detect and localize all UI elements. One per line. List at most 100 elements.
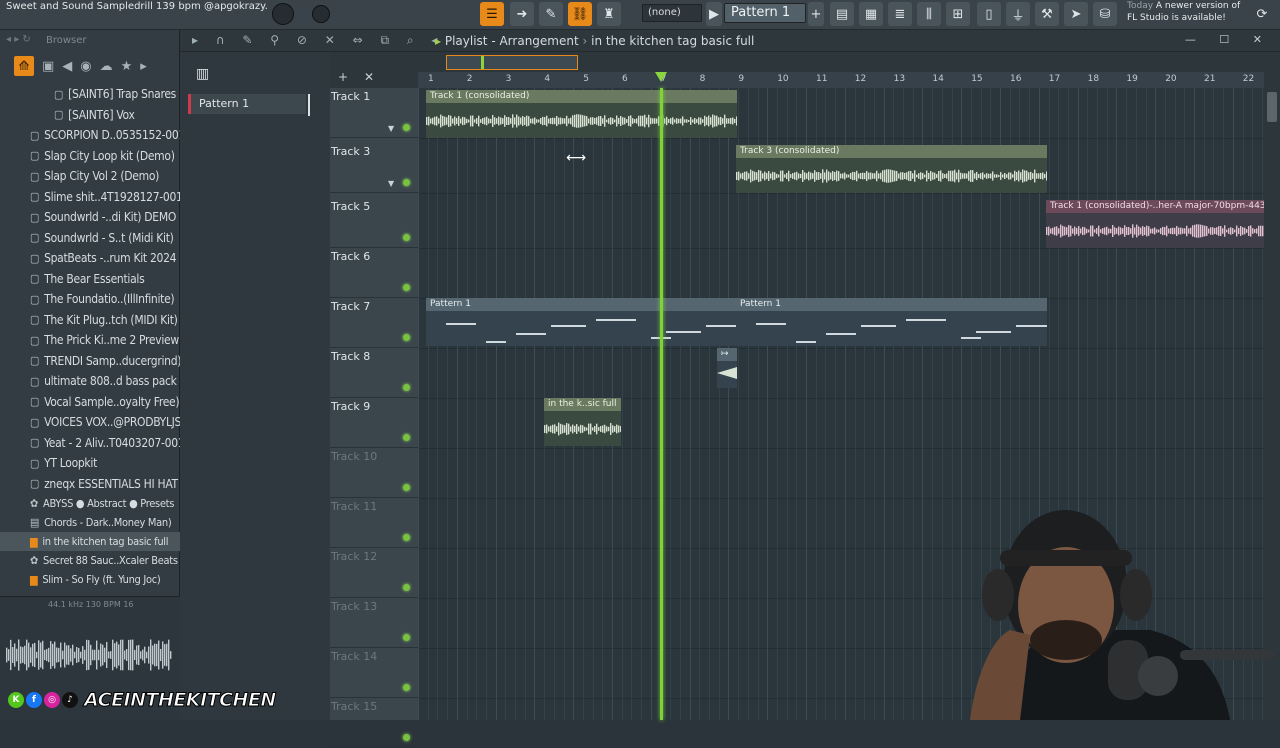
timeline-ruler[interactable]: 1 2 3 4 5 6 7 8 9 10 11 12 13 14 15 16 17 18 19 20 21 22 [418, 72, 1264, 88]
file-icon[interactable]: ▯ [977, 2, 1001, 26]
track-header[interactable]: Track 11 [330, 498, 418, 548]
pattern-clip-b[interactable]: Pattern 1 [736, 298, 1047, 346]
browser-folder-item[interactable]: ▢ Slap City Loop kit (Demo) [0, 146, 180, 167]
browser-cloud-icon[interactable]: ☁ [100, 59, 113, 74]
remove-icon[interactable]: ✕ [364, 70, 374, 84]
browser-folder-item[interactable]: ▢ The Kit Plug..tch (MIDI Kit) [0, 310, 180, 331]
track-mute-led[interactable] [403, 334, 410, 341]
browser-folder-item[interactable]: ▢ YT Loopkit [0, 453, 180, 474]
browser-folder-item[interactable]: ▢ [SAINT6] Trap Snares [0, 84, 180, 105]
browser-tree-icon[interactable]: ⊞ [946, 2, 970, 26]
browser-folder-item[interactable]: ▢ VOICES VOX..@PRODBYLJS [0, 412, 181, 433]
audio-clip-track9[interactable]: in the k..sic full [544, 398, 621, 446]
collapse-arrow-icon[interactable]: ▼ [388, 179, 394, 188]
browser-folder-item[interactable]: ▢ Yeat - 2 Aliv..T0403207-001 [0, 433, 185, 454]
browser-file-item[interactable]: ✿ Secret 88 Sauc..Xcaler Beats [0, 551, 180, 570]
piano-roll-icon[interactable]: ▦ [859, 2, 883, 26]
master-pitch-knob[interactable] [312, 5, 330, 23]
browser-expand-icon[interactable]: ▸ [140, 59, 147, 74]
track-header[interactable]: Track 14 [330, 648, 418, 698]
master-volume-knob[interactable] [272, 3, 294, 25]
browser-file-item[interactable]: ▆ Slim - So Fly (ft. Yung Joc) [0, 570, 180, 589]
arrangement-name[interactable]: in the kitchen tag basic full [591, 34, 754, 48]
add-track-icon[interactable]: + [338, 70, 348, 84]
browser-file-item[interactable]: ▤ Chords - Dark..Money Man) [0, 513, 180, 532]
track-header[interactable]: Track 3 ▼ [330, 143, 418, 193]
pattern-song-toggle-icon[interactable]: ☰ [480, 2, 504, 26]
browser-folder-item[interactable]: ▢ SCORPION D..0535152-001 [0, 125, 185, 146]
pattern-clip-a[interactable]: Pattern 1 [426, 298, 737, 346]
arrow-right-icon[interactable]: ➜ [510, 2, 534, 26]
audio-clip-track5[interactable]: Track 1 (consolidated)-..her-A major-70b… [1046, 200, 1264, 248]
track-header[interactable]: Track 9 [330, 398, 418, 448]
playlist-icon[interactable]: ▤ [830, 2, 854, 26]
track-mute-led[interactable] [403, 684, 410, 691]
update-icon[interactable]: ⟳ [1252, 2, 1272, 26]
track-header[interactable]: Track 13 [330, 598, 418, 648]
stamp-icon[interactable]: ♜ [597, 2, 621, 26]
browser-folder-item[interactable]: ▢ Slap City Vol 2 (Demo) [0, 166, 180, 187]
pattern-selector[interactable]: Pattern 1 [724, 3, 806, 23]
track-header[interactable]: Track 7 [330, 298, 418, 348]
track-mute-led[interactable] [403, 484, 410, 491]
track-mute-led[interactable] [403, 434, 410, 441]
browser-folder-item[interactable]: ▢ The Foundatio..(IllInfinite) [0, 289, 180, 310]
playhead[interactable] [660, 88, 663, 720]
browser-folder-item[interactable]: ▢ zneqx ESSENTIALS HI HAT [0, 474, 180, 495]
pencil-icon[interactable]: ✎ [539, 2, 563, 26]
small-clip-track8[interactable]: ↦ [717, 348, 737, 388]
track-mute-led[interactable] [403, 124, 410, 131]
browser-target-icon[interactable]: ◉ [80, 59, 91, 74]
shop-icon[interactable]: ⛁ [1093, 2, 1117, 26]
track-mute-led[interactable] [403, 179, 410, 186]
collapse-arrow-icon[interactable]: ▼ [388, 124, 394, 133]
track-header[interactable]: Track 15 [330, 698, 418, 748]
browser-folder-item[interactable]: ▢ SpatBeats -..rum Kit 2024 [0, 248, 180, 269]
track-mute-led[interactable] [403, 384, 410, 391]
browser-folder-item[interactable]: ▢ Vocal Sample..oyalty Free) [0, 392, 180, 413]
track-header[interactable]: Track 6 [330, 248, 418, 298]
add-pattern-icon[interactable]: + [808, 2, 824, 26]
window-controls[interactable]: — ☐ ✕ [1185, 33, 1272, 46]
browser-nav-icons[interactable]: ◂ ▸ ↻ [6, 34, 31, 45]
playlist-tools[interactable]: ▸ ∩ ✎ ⚲ ⊘ ✕ ⇔ ⧉ ⌕ ◂ [192, 33, 444, 48]
browser-folder-item[interactable]: ▢ TRENDI Samp..ducergrind) [0, 351, 181, 372]
track-header[interactable]: Track 10 [330, 448, 418, 498]
snap-none-field[interactable]: (none) [642, 4, 702, 22]
browser-folder-item[interactable]: ▢ The Bear Essentials [0, 269, 180, 290]
forward-icon[interactable]: ➤ [1064, 2, 1088, 26]
browser-back-icon[interactable]: ◀ [62, 59, 72, 74]
audio-clip-track3[interactable]: Track 3 (consolidated) [736, 145, 1047, 193]
track-mute-led[interactable] [403, 634, 410, 641]
browser-all-icon[interactable]: ⟰ [14, 56, 34, 76]
track-mute-led[interactable] [403, 284, 410, 291]
update-notice[interactable]: Today A newer version of FL Studio is av… [1127, 0, 1247, 24]
plugin-icon[interactable]: ⏚ [1006, 2, 1030, 26]
audio-clip-track1[interactable]: Track 1 (consolidated) [426, 90, 737, 138]
browser-files-icon[interactable]: ▣ [42, 59, 54, 74]
browser-folder-item[interactable]: ▢ ultimate 808..d bass pack [0, 371, 180, 392]
track-header[interactable]: Track 1 ▼ [330, 88, 418, 138]
track-header[interactable]: Track 8 [330, 348, 418, 398]
browser-folder-item[interactable]: ▢ The Prick Ki..me 2 Preview [0, 330, 180, 351]
track-header[interactable]: Track 5 [330, 198, 418, 248]
picker-icon[interactable]: ▥ [196, 66, 220, 84]
track-mute-led[interactable] [403, 584, 410, 591]
track-header[interactable]: Track 12 [330, 548, 418, 598]
track-mute-led[interactable] [403, 734, 410, 741]
browser-folder-item[interactable]: ▢ Slime shit..4T1928127-001 [0, 187, 183, 208]
link-icon[interactable]: ⛓ [568, 2, 592, 26]
browser-folder-item[interactable]: ▢ Soundwrld - S..t (Midi Kit) [0, 228, 180, 249]
channel-rack-icon[interactable]: ≣ [888, 2, 912, 26]
overview-window[interactable] [446, 55, 578, 70]
browser-folder-item[interactable]: ▢ Soundwrld -..di Kit) DEMO [0, 207, 180, 228]
track-mute-led[interactable] [403, 234, 410, 241]
browser-file-item[interactable]: ✿ ABYSS ● Abstract ● Presets [0, 494, 180, 513]
tools-icon[interactable]: ⚒ [1035, 2, 1059, 26]
browser-folder-item[interactable]: ▢ [SAINT6] Vox [0, 105, 180, 126]
browser-file-item[interactable]: ▆ in the kitchen tag basic full [0, 532, 180, 551]
mixer-icon[interactable]: ⫼ [917, 2, 941, 26]
track-mute-led[interactable] [403, 534, 410, 541]
song-position-marker[interactable] [655, 72, 667, 82]
play-pattern-icon[interactable]: ▶ [706, 2, 722, 26]
